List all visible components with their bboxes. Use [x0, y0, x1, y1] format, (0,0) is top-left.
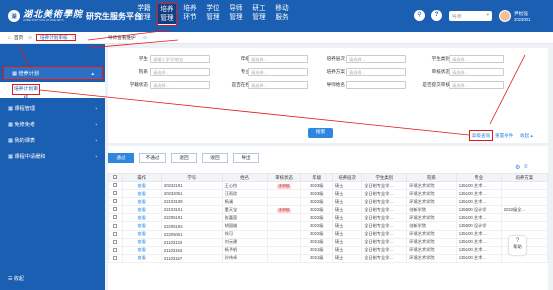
arrow-line [489, 54, 526, 125]
arrow-line [17, 44, 31, 69]
arrow-line [87, 39, 179, 49]
arrow-line [39, 89, 470, 136]
annotation-arrows [17, 29, 526, 136]
arrow-line [87, 29, 171, 41]
